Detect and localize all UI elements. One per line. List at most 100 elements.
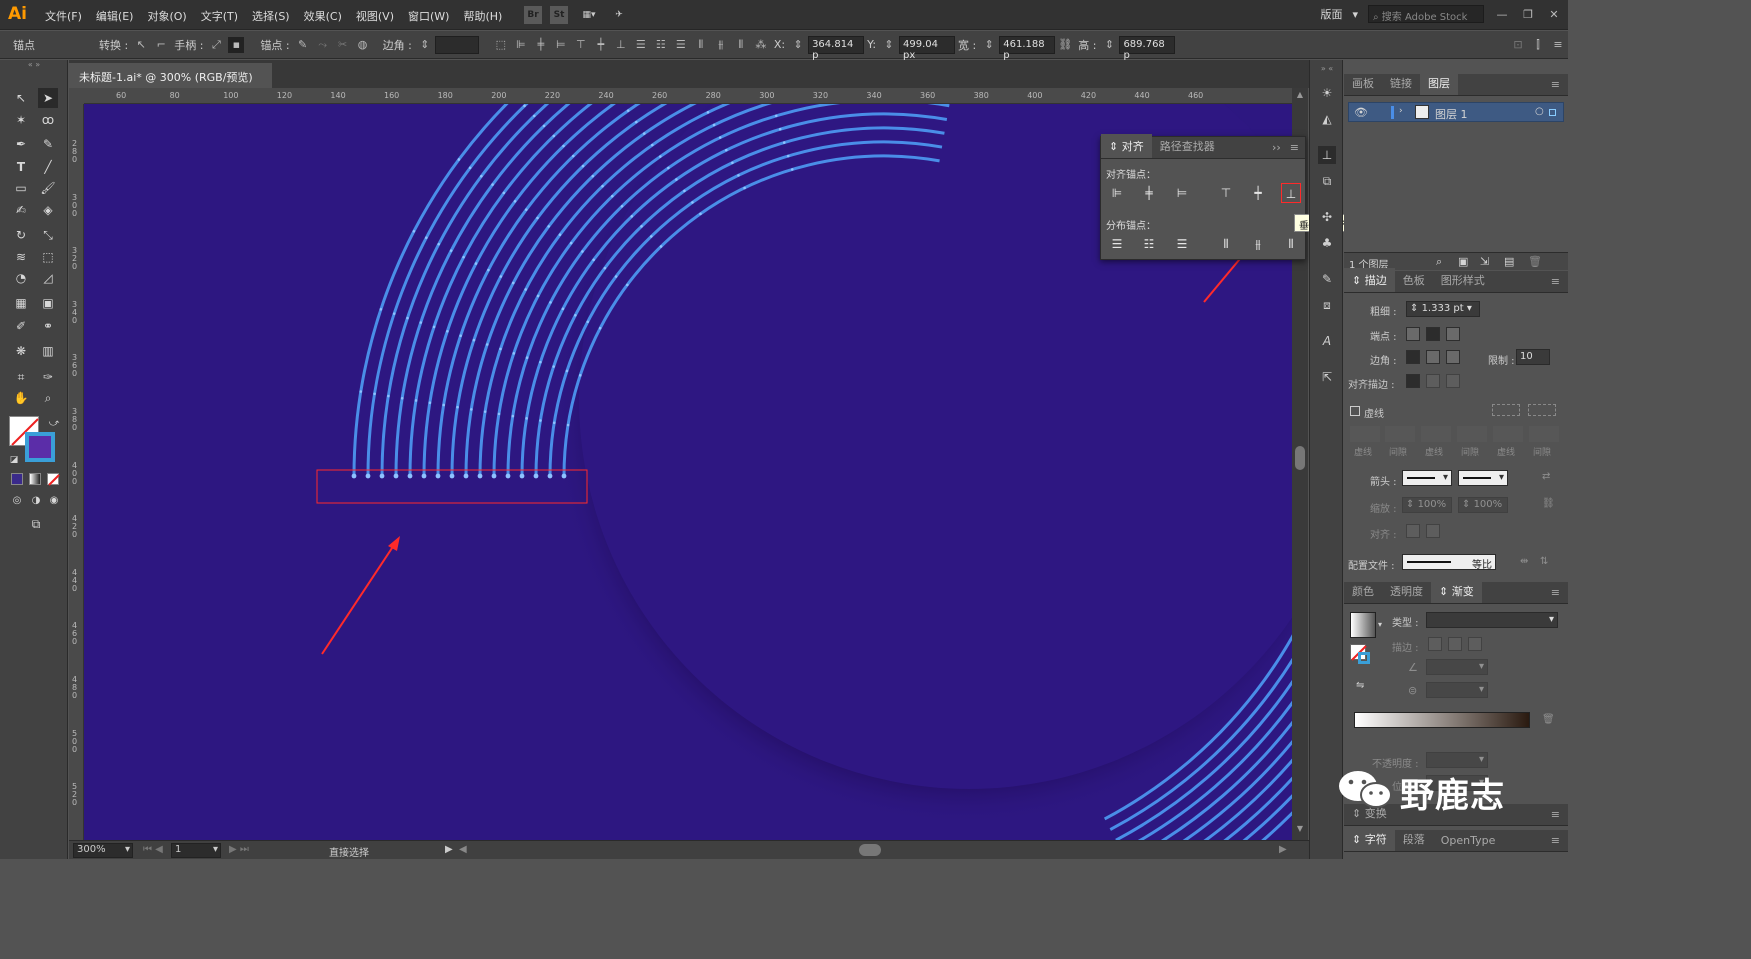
gap-2-input[interactable] <box>1457 426 1487 442</box>
mesh-tool-icon[interactable]: ▦ <box>11 293 31 313</box>
blend-tool-icon[interactable]: ⚭ <box>38 316 58 336</box>
graphic-styles-icon[interactable]: ⧈ <box>1318 296 1336 314</box>
menu-effect[interactable]: 效果(C) <box>304 8 342 24</box>
menu-view[interactable]: 视图(V) <box>356 8 394 24</box>
distribute-bottom-icon[interactable]: ☰ <box>673 37 689 53</box>
new-sublayer-icon[interactable]: ⇲ <box>1480 255 1489 268</box>
distribute-hcenter-icon[interactable]: ⫵ <box>713 37 729 53</box>
gradient-angle-input[interactable]: ▾ <box>1426 659 1488 675</box>
type-tool-icon[interactable]: T <box>11 157 31 177</box>
rectangle-tool-icon[interactable]: ▭ <box>11 178 31 198</box>
tab-pathfinder[interactable]: 路径查找器 <box>1152 134 1223 158</box>
eraser-tool-icon[interactable]: ◈ <box>38 200 58 220</box>
shaper-tool-icon[interactable]: ✍ <box>11 200 31 220</box>
gap-1-input[interactable] <box>1385 426 1415 442</box>
tab-stroke[interactable]: ⇕ 描边 <box>1344 268 1395 292</box>
distribute-left-icon[interactable]: ⫴ <box>1216 234 1236 254</box>
end-scale-input[interactable]: ⇕ 100% <box>1458 497 1508 513</box>
align-right-icon[interactable]: ⊨ <box>553 37 569 53</box>
minimize-button[interactable]: — <box>1494 8 1510 21</box>
column-graph-tool-icon[interactable]: ▥ <box>38 341 58 361</box>
gradient-mode-icon[interactable] <box>29 473 41 485</box>
align-left-icon[interactable]: ⊫ <box>513 37 529 53</box>
align-vcenter-icon[interactable]: ┿ <box>1248 183 1268 203</box>
round-cap-icon[interactable] <box>1426 327 1440 341</box>
x-stepper-icon[interactable]: ⇕ <box>790 37 806 53</box>
magic-wand-tool-icon[interactable]: ✶ <box>11 110 31 130</box>
brushes-icon[interactable]: ✎ <box>1318 270 1336 288</box>
align-left-icon[interactable]: ⊫ <box>1107 183 1127 203</box>
layer-row[interactable]: 👁 › 图层 1 ○ <box>1348 102 1564 122</box>
curvature-tool-icon[interactable]: ✎ <box>38 134 58 154</box>
align-stroke-center-icon[interactable] <box>1406 374 1420 388</box>
tab-opentype[interactable]: OpenType <box>1433 830 1504 851</box>
corner-radius-input[interactable] <box>434 35 479 54</box>
none-mode-icon[interactable] <box>47 473 60 486</box>
dash-2-input[interactable] <box>1421 426 1451 442</box>
stock-icon[interactable]: St <box>550 6 568 24</box>
draw-behind-icon[interactable]: ◑ <box>26 491 46 511</box>
distribute-hcenter-icon[interactable]: ⫵ <box>1248 234 1268 254</box>
tab-layers[interactable]: 图层 <box>1420 71 1458 95</box>
weight-input[interactable]: ⇕ 1.333 pt ▾ <box>1406 301 1480 317</box>
align-bottom-icon[interactable]: ⊥ <box>1281 183 1301 203</box>
menu-type[interactable]: 文字(T) <box>201 8 238 24</box>
constrain-proportions-icon[interactable]: ⛓ <box>1057 37 1073 53</box>
tab-color[interactable]: 颜色 <box>1344 579 1382 603</box>
reference-point-icon[interactable]: ⁂ <box>753 37 769 53</box>
connect-anchor-icon[interactable]: ⤳ <box>315 37 331 53</box>
end-arrowhead-select[interactable]: ▾ <box>1458 470 1508 486</box>
rotate-tool-icon[interactable]: ↻ <box>11 225 31 245</box>
symbol-sprayer-tool-icon[interactable]: ❋ <box>11 341 31 361</box>
gradient-tool-icon[interactable]: ▣ <box>38 293 58 313</box>
swap-arrowheads-icon[interactable]: ⇄ <box>1542 471 1550 482</box>
paintbrush-tool-icon[interactable]: 🖌 <box>38 178 58 198</box>
zoom-tool-icon[interactable]: ⌕ <box>38 388 58 408</box>
gradient-swatch[interactable] <box>1350 612 1376 638</box>
align-hcenter-icon[interactable]: ╪ <box>1139 183 1159 203</box>
maximize-button[interactable]: ❐ <box>1520 8 1536 21</box>
artboard-tool-icon[interactable]: ⌗ <box>11 367 31 387</box>
export-icon[interactable]: ⇱ <box>1318 368 1336 386</box>
menu-help[interactable]: 帮助(H) <box>463 8 502 24</box>
tab-align[interactable]: ⇕ 对齐 <box>1101 134 1152 158</box>
square-cap-icon[interactable] <box>1446 327 1460 341</box>
collapse-icon[interactable]: « » <box>24 60 44 70</box>
transform-panel-icon[interactable]: ✣ <box>1318 208 1336 226</box>
distribute-bottom-icon[interactable]: ☰ <box>1172 234 1192 254</box>
cut-path-icon[interactable]: ✂ <box>335 37 351 53</box>
menu-window[interactable]: 窗口(W) <box>408 8 449 24</box>
expand-dock-icon[interactable]: » « <box>1318 60 1336 78</box>
color-guide-icon[interactable]: ☀ <box>1318 84 1336 102</box>
distribute-top-icon[interactable]: ☰ <box>633 37 649 53</box>
appearance-icon[interactable]: ◭ <box>1318 110 1336 128</box>
align-panel-icon[interactable]: ⊥ <box>1318 146 1336 164</box>
butt-cap-icon[interactable] <box>1406 327 1420 341</box>
tab-artboards[interactable]: 画板 <box>1344 71 1382 95</box>
swap-colors-icon[interactable]: ⤻ <box>44 414 64 434</box>
gradient-menu-icon[interactable]: ≡ <box>1543 582 1568 603</box>
stroke-menu-icon[interactable]: ≡ <box>1543 271 1568 292</box>
distribute-right-icon[interactable]: ⫴ <box>1281 234 1301 254</box>
bevel-join-icon[interactable] <box>1446 350 1460 364</box>
tab-character[interactable]: ⇕ 字符 <box>1344 827 1395 851</box>
align-bottom-icon[interactable]: ⊥ <box>613 37 629 53</box>
warp-tool-icon[interactable]: ≋ <box>11 247 31 267</box>
show-handles-icon[interactable]: ⤢ <box>208 37 224 53</box>
convert-to-smooth-icon[interactable]: ⌐ <box>153 37 169 53</box>
round-join-icon[interactable] <box>1426 350 1440 364</box>
align-top-icon[interactable]: ⊤ <box>1216 183 1236 203</box>
link-scale-icon[interactable]: ⛓ <box>1542 498 1555 509</box>
start-scale-input[interactable]: ⇕ 100% <box>1402 497 1452 513</box>
profile-select[interactable]: 等比 <box>1402 554 1496 571</box>
distribute-top-icon[interactable]: ☰ <box>1107 234 1127 254</box>
gradient-swatch-menu-icon[interactable]: ▾ <box>1378 620 1382 629</box>
status-menu-icon[interactable]: ▶ <box>445 844 453 855</box>
menu-file[interactable]: 文件(F) <box>45 8 82 24</box>
artboard-number-select[interactable]: 1 ▾ <box>171 843 221 858</box>
delete-stop-icon[interactable]: 🗑 <box>1542 714 1555 725</box>
scroll-down-icon[interactable]: ▼ <box>1294 824 1306 834</box>
gradient-across-stroke-icon[interactable] <box>1468 637 1482 651</box>
selection-tool-icon[interactable]: ↖ <box>11 88 31 108</box>
default-colors-icon[interactable]: ◪ <box>4 450 24 470</box>
